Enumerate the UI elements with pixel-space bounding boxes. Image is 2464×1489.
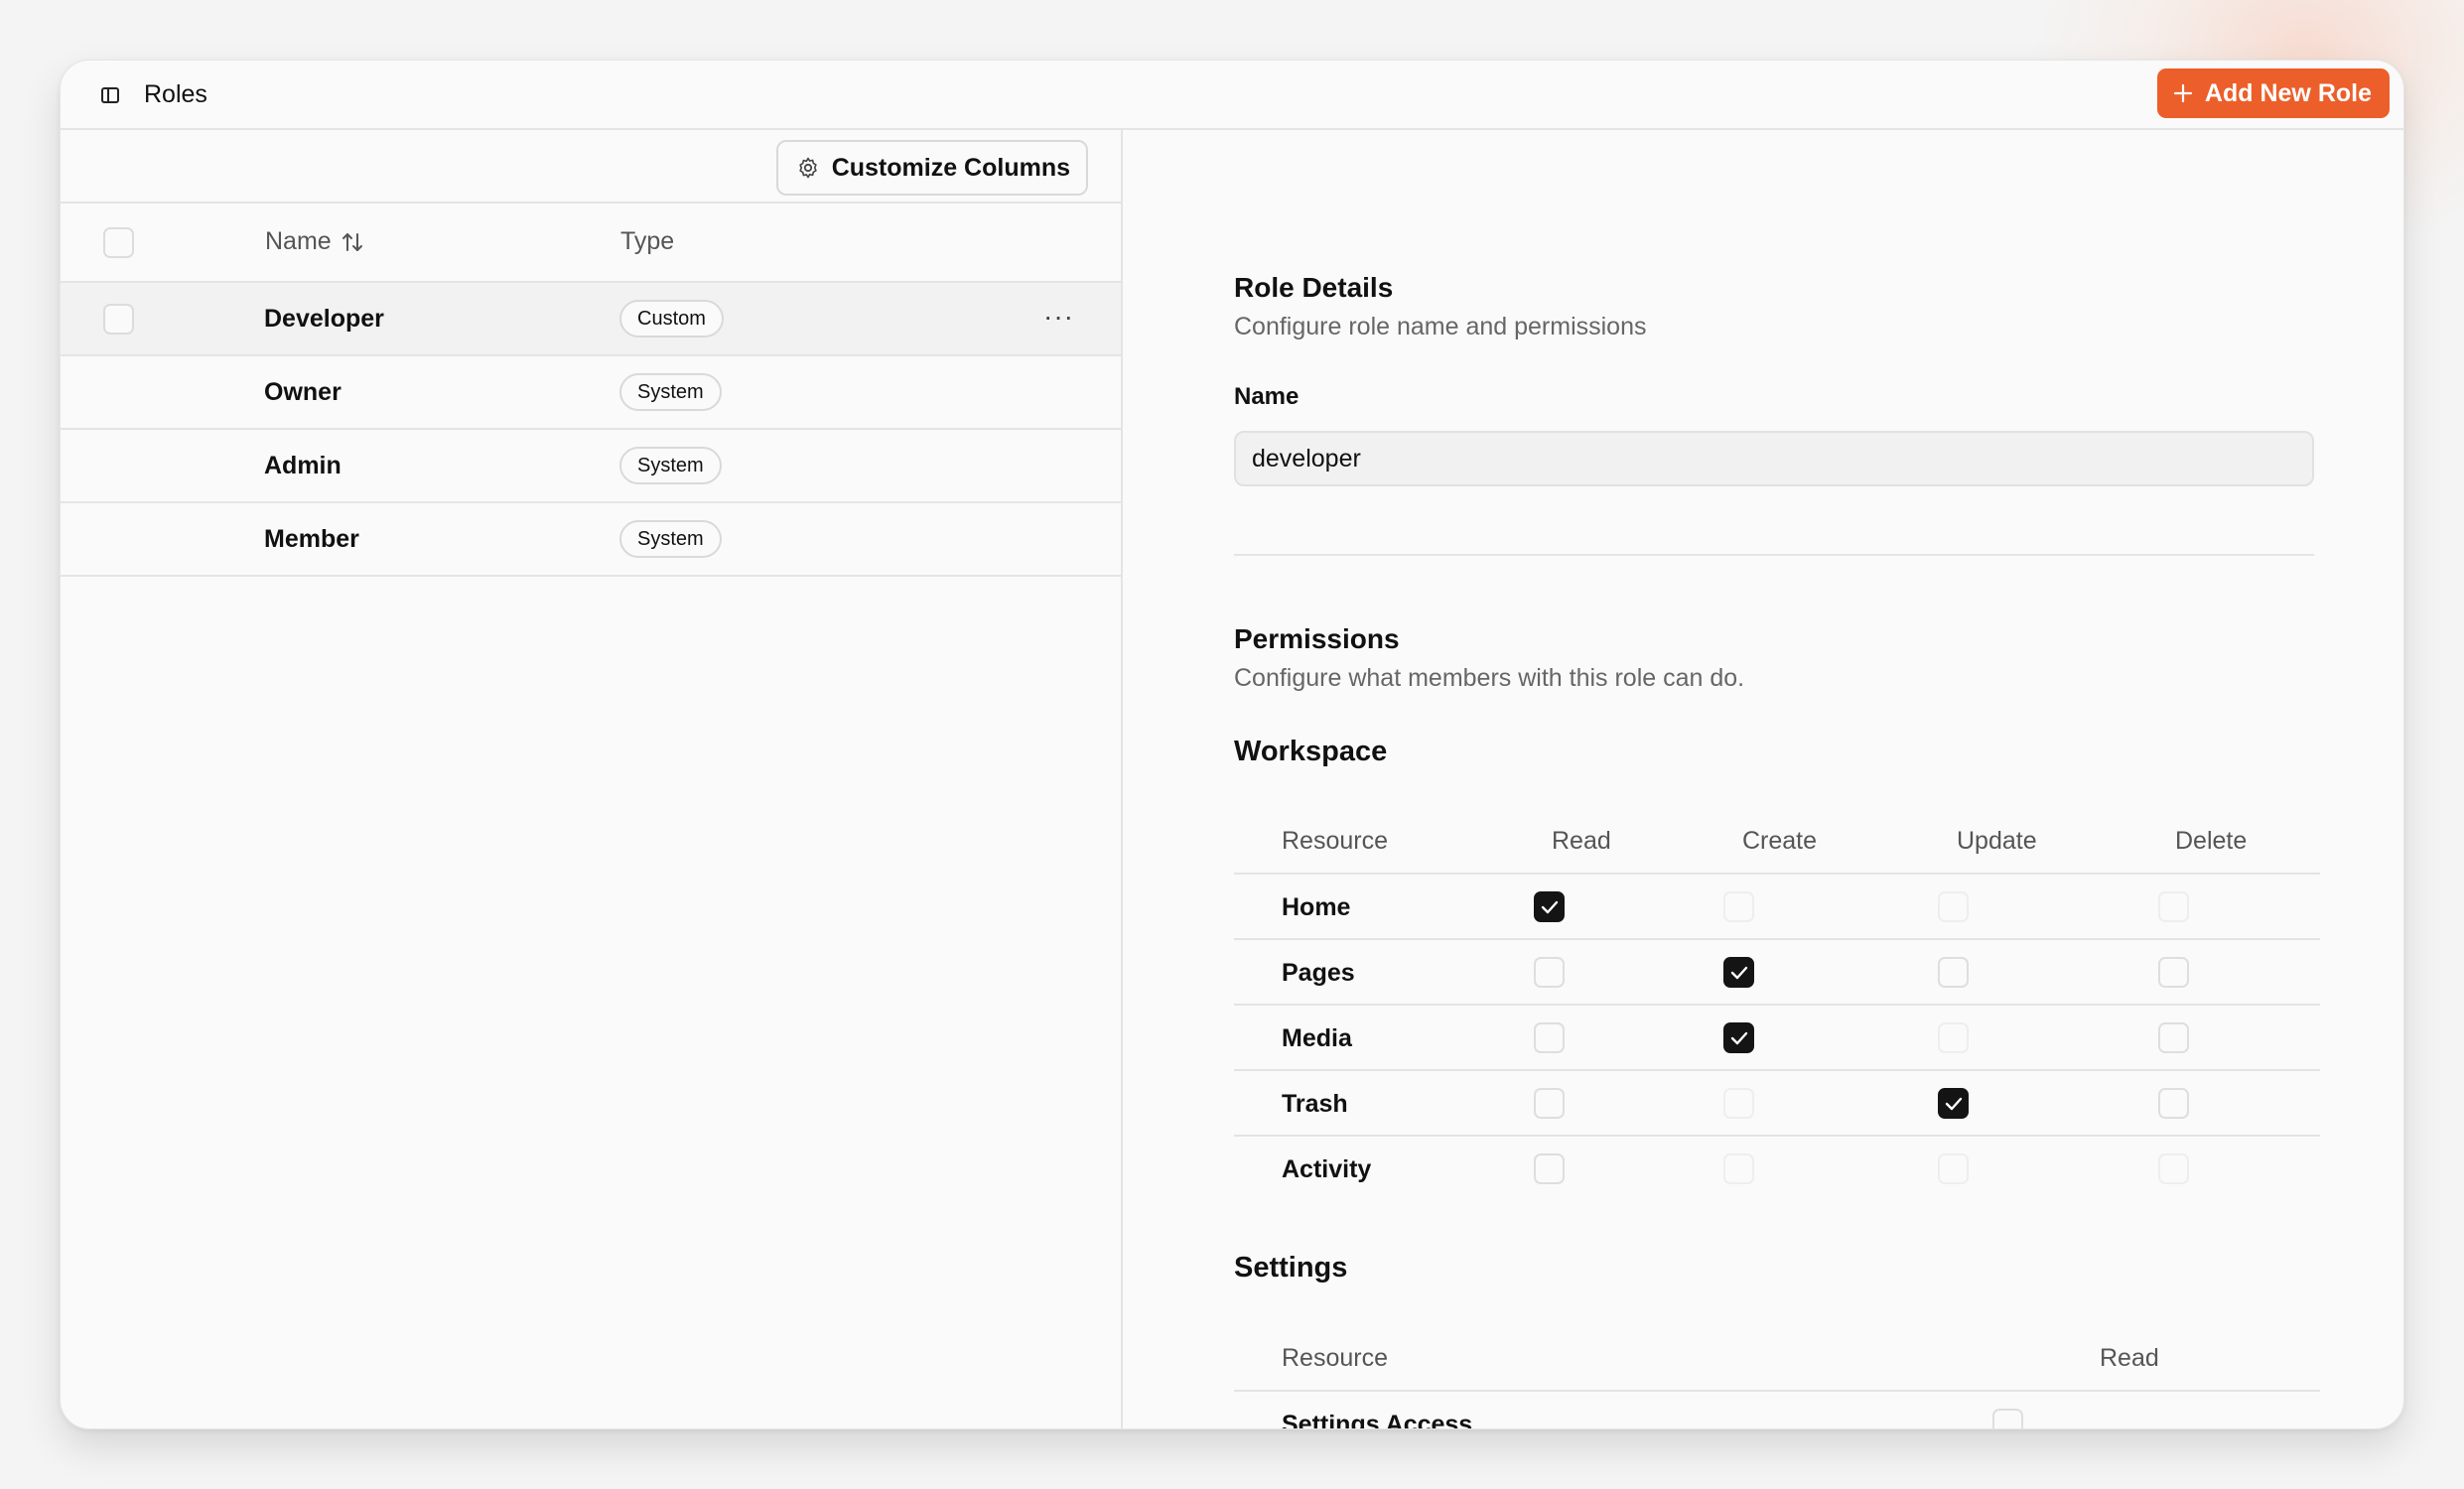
settings-permissions-table: Resource Read Settings Access [1234, 1320, 2320, 1429]
workspace-permissions-table: Resource Read Create Update Delete Home P… [1234, 803, 2320, 1202]
name-field-label: Name [1234, 383, 1300, 410]
create-column-header: Create [1742, 827, 1818, 855]
role-type-badge: System [619, 447, 722, 484]
permissions-title: Permissions [1234, 623, 1400, 654]
update-permission-checkbox[interactable] [1938, 1088, 1969, 1119]
table-row[interactable]: Developer Custom ··· [61, 283, 1121, 356]
name-column-label: Name [265, 227, 332, 255]
role-type-badge: Custom [619, 300, 724, 338]
role-details-title: Role Details [1234, 272, 1394, 303]
resource-name: Trash [1282, 1090, 1348, 1118]
type-column-header[interactable]: Type [620, 227, 674, 256]
role-details-panel: Role Details Configure role name and per… [1125, 130, 2403, 1429]
table-header: Name Type [61, 203, 1121, 283]
read-permission-checkbox[interactable] [1534, 1153, 1565, 1184]
role-type-badge: System [619, 520, 722, 558]
resource-name: Activity [1282, 1155, 1372, 1183]
delete-column-header: Delete [2175, 827, 2248, 855]
create-permission-checkbox[interactable] [1723, 1153, 1754, 1184]
update-permission-checkbox[interactable] [1938, 957, 1969, 988]
resource-name: Pages [1282, 959, 1355, 987]
delete-permission-checkbox[interactable] [2158, 1153, 2189, 1184]
role-name: Admin [264, 452, 342, 479]
add-new-role-label: Add New Role [2204, 78, 2372, 107]
update-column-header: Update [1957, 827, 2037, 855]
role-name: Developer [264, 305, 384, 333]
read-permission-checkbox[interactable] [1534, 891, 1565, 922]
table-row[interactable]: Owner System [61, 356, 1121, 430]
create-permission-checkbox[interactable] [1723, 1022, 1754, 1053]
role-name-input[interactable] [1234, 431, 2314, 486]
create-permission-checkbox[interactable] [1723, 891, 1754, 922]
settings-group-title: Settings [1234, 1252, 1348, 1284]
check-icon [1945, 1097, 1963, 1111]
gear-icon [799, 157, 817, 179]
row-checkbox[interactable] [103, 304, 134, 335]
sidebar-toggle-icon[interactable] [100, 85, 120, 105]
resource-name: Media [1282, 1024, 1352, 1052]
resource-column-header: Resource [1282, 1344, 1388, 1372]
list-toolbar: Customize Columns [61, 130, 1121, 203]
workspace-table-header: Resource Read Create Update Delete [1234, 803, 2320, 875]
check-icon [1730, 966, 1748, 980]
plus-icon [2173, 83, 2193, 103]
select-all-checkbox[interactable] [103, 227, 134, 258]
table-row[interactable]: Member System [61, 503, 1121, 577]
delete-permission-checkbox[interactable] [2158, 957, 2189, 988]
create-permission-checkbox[interactable] [1723, 957, 1754, 988]
sort-icon[interactable] [342, 230, 363, 254]
role-details-subtitle: Configure role name and permissions [1234, 313, 1647, 340]
read-column-header: Read [2100, 1344, 2159, 1372]
permission-row: Home [1234, 875, 2320, 940]
delete-permission-checkbox[interactable] [2158, 1088, 2189, 1119]
read-permission-checkbox[interactable] [1534, 1088, 1565, 1119]
role-type-badge: System [619, 373, 722, 411]
permission-row: Pages [1234, 940, 2320, 1006]
read-permission-checkbox[interactable] [1534, 957, 1565, 988]
read-permission-checkbox[interactable] [1534, 1022, 1565, 1053]
page-title: Roles [144, 80, 207, 108]
permissions-subtitle: Configure what members with this role ca… [1234, 664, 1745, 692]
settings-table-header: Resource Read [1234, 1320, 2320, 1392]
permission-row: Trash [1234, 1071, 2320, 1137]
create-permission-checkbox[interactable] [1723, 1088, 1754, 1119]
role-name: Owner [264, 378, 342, 406]
roles-list-panel: Customize Columns Name Type Developer Cu… [61, 130, 1123, 1428]
resource-name: Home [1282, 893, 1351, 921]
permission-row: Activity [1234, 1137, 2320, 1202]
delete-permission-checkbox[interactable] [2158, 1022, 2189, 1053]
table-row[interactable]: Admin System [61, 430, 1121, 503]
workspace-group-title: Workspace [1234, 736, 1388, 767]
update-permission-checkbox[interactable] [1938, 1022, 1969, 1053]
permission-row: Settings Access [1234, 1392, 2320, 1429]
roles-window: Roles Add New Role Customize Columns Nam… [60, 60, 2404, 1429]
check-icon [1541, 900, 1559, 914]
read-column-header: Read [1552, 827, 1611, 855]
customize-columns-button[interactable]: Customize Columns [775, 140, 1088, 196]
update-permission-checkbox[interactable] [1938, 1153, 1969, 1184]
delete-permission-checkbox[interactable] [2158, 891, 2189, 922]
resource-name: Settings Access [1282, 1411, 1473, 1429]
name-column-header[interactable]: Name [265, 227, 363, 256]
section-divider [1234, 554, 2314, 556]
customize-columns-label: Customize Columns [831, 153, 1070, 182]
role-name: Member [264, 525, 359, 553]
resource-column-header: Resource [1282, 827, 1388, 855]
row-menu-icon[interactable]: ··· [1043, 301, 1074, 333]
check-icon [1730, 1031, 1748, 1045]
permission-row: Media [1234, 1006, 2320, 1071]
update-permission-checkbox[interactable] [1938, 891, 1969, 922]
read-permission-checkbox[interactable] [1992, 1409, 2023, 1428]
title-bar: Roles Add New Role [61, 61, 2403, 130]
add-new-role-button[interactable]: Add New Role [2156, 68, 2390, 118]
